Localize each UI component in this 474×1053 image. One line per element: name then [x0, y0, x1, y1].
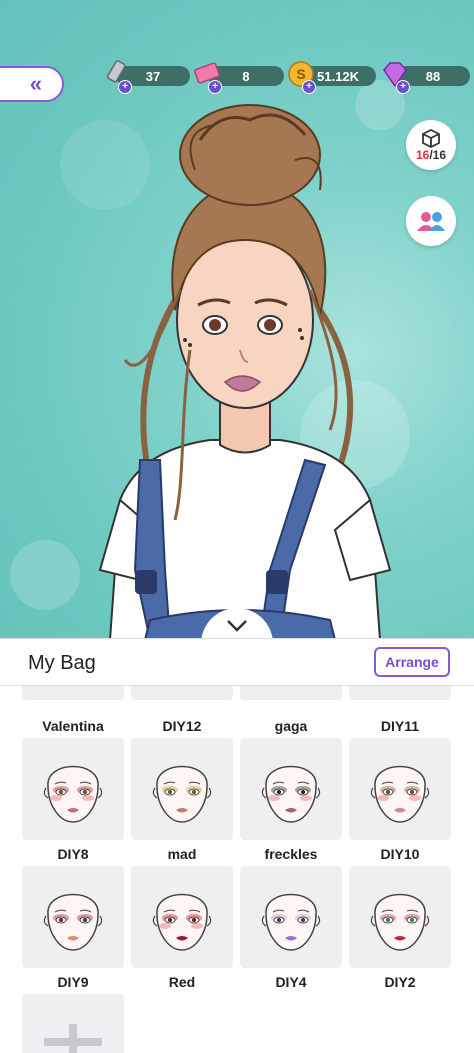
- bag-item-label: mad: [167, 846, 197, 862]
- capacity-count: 16/16: [415, 148, 447, 162]
- bag-item-label: DIY9: [57, 974, 89, 990]
- bag-item-diy11[interactable]: [349, 686, 451, 700]
- makeup-face-icon: [152, 893, 212, 951]
- bag-item-label: DIY11: [380, 718, 420, 734]
- bag-item-diy4[interactable]: [240, 866, 342, 968]
- bag-item-label: gaga: [274, 718, 308, 734]
- bag-item-label: DIY10: [380, 846, 420, 862]
- character-avatar[interactable]: [80, 100, 410, 640]
- makeup-face-icon: [152, 765, 212, 823]
- bag-header: My Bag Arrange: [0, 638, 474, 686]
- add-slot-button[interactable]: [22, 994, 124, 1053]
- bag-item-red[interactable]: [131, 866, 233, 968]
- bag-item-valentina[interactable]: [22, 686, 124, 700]
- bag-item-diy9[interactable]: [22, 866, 124, 968]
- makeup-face-icon: [261, 765, 321, 823]
- wardrobe-capacity-button[interactable]: 16/16: [406, 120, 456, 170]
- friends-button[interactable]: [406, 196, 456, 246]
- arrange-button[interactable]: Arrange: [374, 647, 450, 677]
- chevron-down-icon: [227, 620, 247, 632]
- bag-item-diy2[interactable]: [349, 866, 451, 968]
- bag-item-gaga[interactable]: [240, 686, 342, 700]
- bag-item-label: DIY12: [162, 718, 202, 734]
- bag-item-label: DIY2: [384, 974, 416, 990]
- makeup-face-icon: [261, 893, 321, 951]
- bag-item-label: DIY8: [57, 846, 89, 862]
- add-diamond-icon[interactable]: +: [396, 80, 410, 94]
- bag-item-mad[interactable]: [131, 738, 233, 840]
- bokeh-light: [10, 540, 80, 610]
- bag-item-label: Valentina: [42, 718, 104, 734]
- bag-item-freckles[interactable]: [240, 738, 342, 840]
- svg-text:S: S: [296, 66, 305, 82]
- character-scene: « 37 + 8 + 51.12K S + 88 + 16/16: [0, 0, 474, 640]
- add-lipstick-icon[interactable]: +: [118, 80, 132, 94]
- double-chevron-left-icon: «: [29, 71, 42, 96]
- box-icon: [422, 128, 440, 148]
- bag-item-diy10[interactable]: [349, 738, 451, 840]
- plus-icon: [44, 1024, 102, 1053]
- bag-item-label: Red: [168, 974, 196, 990]
- friends-icon: [417, 212, 445, 231]
- bag-item-diy12[interactable]: [131, 686, 233, 700]
- bag-item-diy8[interactable]: [22, 738, 124, 840]
- add-ticket-icon[interactable]: +: [208, 80, 222, 94]
- add-coin-icon[interactable]: +: [302, 80, 316, 94]
- back-button[interactable]: «: [0, 66, 64, 102]
- makeup-face-icon: [43, 893, 103, 951]
- bag-item-label: freckles: [264, 846, 318, 862]
- bag-title: My Bag: [28, 652, 96, 674]
- makeup-face-icon: [370, 765, 430, 823]
- makeup-face-icon: [370, 893, 430, 951]
- bag-grid: Valentina DIY12 gaga DIY11 DIY8 mad frec…: [0, 686, 474, 1053]
- bag-item-label: DIY4: [275, 974, 307, 990]
- makeup-face-icon: [43, 765, 103, 823]
